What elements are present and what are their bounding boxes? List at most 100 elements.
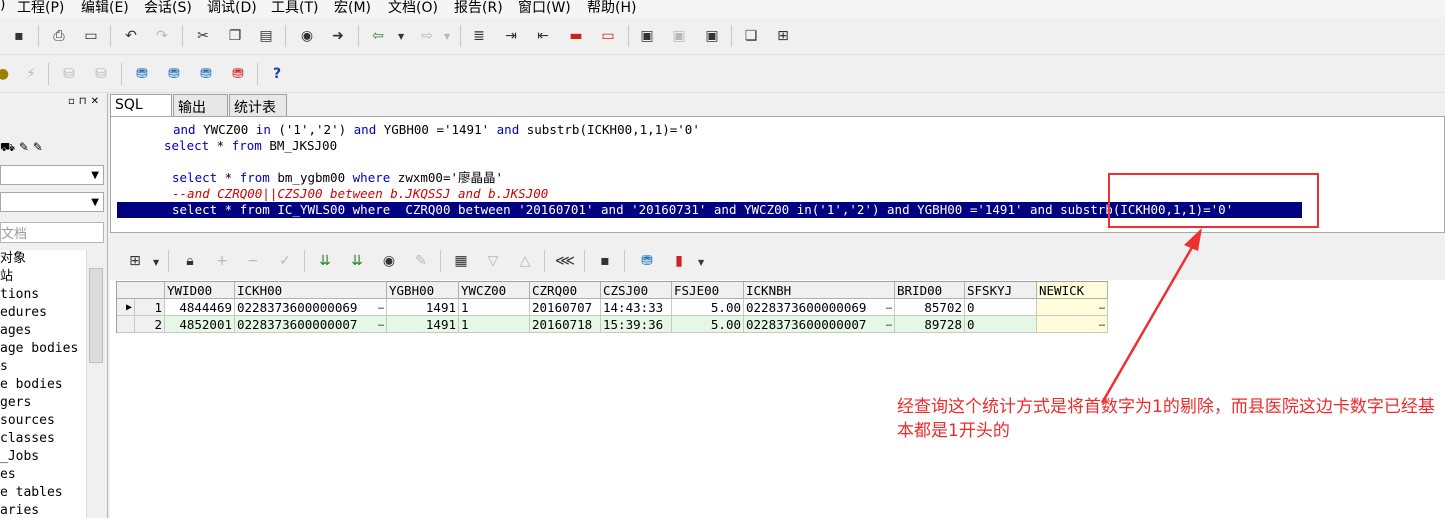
column-header-fsje00[interactable]: FSJE00	[672, 282, 744, 299]
macro-play-icon[interactable]: ▣	[668, 25, 690, 47]
row-number[interactable]: 1	[135, 299, 165, 316]
save-results-icon[interactable]: ▪	[594, 250, 616, 272]
next-page-icon[interactable]: ▽	[482, 250, 504, 272]
grid-cell-czsj00[interactable]: 15:39:36	[601, 316, 672, 333]
sql-line[interactable]: --and CZRQ00||CZSJ00 between b.JKQSSJ an…	[172, 186, 548, 202]
sql-line[interactable]: select * from BM_JKSJ00	[164, 138, 337, 154]
owner-combo[interactable]: ▼	[0, 192, 104, 212]
redo-icon[interactable]: ↷	[151, 25, 173, 47]
single-record-view-icon[interactable]: ▦	[450, 250, 472, 272]
macro-library-icon[interactable]: ▣	[701, 25, 723, 47]
grid-cell-ywid00[interactable]: 4852001	[165, 316, 235, 333]
grid-cell-ygbh00[interactable]: 1491	[387, 299, 459, 316]
menu-item-window[interactable]: 窗口(W)	[518, 0, 571, 17]
grid-cell-czrq00[interactable]: 20160707	[530, 299, 601, 316]
menu-item-help[interactable]: 帮助(H)	[587, 0, 636, 17]
tile-windows-icon[interactable]: ⊞	[772, 25, 794, 47]
grid-cell-sfskyj[interactable]: 0	[965, 316, 1037, 333]
tree-item[interactable]: ages	[0, 322, 86, 340]
tree-item[interactable]: classes	[0, 430, 86, 448]
menu-item-debug[interactable]: 调试(D)	[207, 0, 257, 17]
grid-cell-ygbh00[interactable]: 1491	[387, 316, 459, 333]
cut-icon[interactable]: ✂	[192, 25, 214, 47]
grid-cell-sfskyj[interactable]: 0	[965, 299, 1037, 316]
log-off-icon[interactable]: ⚡	[20, 63, 42, 85]
object-tree[interactable]: 对象 站 tions edures ages age bodies s e bo…	[0, 250, 86, 518]
paste-icon[interactable]: ▤	[255, 25, 277, 47]
chevron-down-icon[interactable]: ▼	[153, 258, 159, 267]
tree-item[interactable]: 站	[0, 268, 86, 286]
tree-item[interactable]: _Jobs	[0, 448, 86, 466]
browser-tool-icons[interactable]: ⛟ ✎ ✎	[0, 140, 43, 156]
copy-icon[interactable]: ❐	[224, 25, 246, 47]
fetch-last-icon[interactable]: ⇊	[346, 250, 368, 272]
menu-item-document[interactable]: 文档(O)	[388, 0, 438, 17]
cell-expand-button[interactable]: …	[378, 316, 384, 332]
comment-icon[interactable]: ▬	[565, 25, 587, 47]
delete-record-icon[interactable]: −	[242, 250, 264, 272]
panel-window-controls[interactable]: ▫⊓✕	[68, 96, 103, 107]
tree-item[interactable]: gers	[0, 394, 86, 412]
tree-item[interactable]: e bodies	[0, 376, 86, 394]
help-icon[interactable]: ?	[266, 63, 288, 85]
chevron-down-icon[interactable]: ▼	[398, 32, 404, 41]
unindent-icon[interactable]: ⇤	[532, 25, 554, 47]
grid-cell-icknbh[interactable]: 0228373600000069…	[744, 299, 895, 316]
tree-item[interactable]: age bodies	[0, 340, 86, 358]
commit-icon[interactable]: ⛁	[58, 63, 80, 85]
menu-item-report[interactable]: 报告(R)	[454, 0, 503, 17]
column-header-ywid00[interactable]: YWID00	[165, 282, 235, 299]
chevron-down-icon[interactable]: ▼	[444, 32, 450, 41]
export-results-icon[interactable]: ⛃	[636, 250, 658, 272]
sql-line[interactable]: and YWCZ00 in ('1','2') and YGBH00 ='149…	[173, 122, 700, 138]
menu-item-macro[interactable]: 宏(M)	[334, 0, 371, 17]
export-icon[interactable]: ⇨	[416, 25, 438, 47]
psql-icon[interactable]: ⛃	[163, 63, 185, 85]
tree-item[interactable]: edures	[0, 304, 86, 322]
query-by-example-icon[interactable]: ◉	[378, 250, 400, 272]
browser-search-input[interactable]: 文档	[0, 222, 104, 243]
grid-select-icon[interactable]: ⊞	[124, 250, 146, 272]
macro-record-icon[interactable]: ▣	[636, 25, 658, 47]
column-header-ickh00[interactable]: ICKH00	[235, 282, 387, 299]
grid-cell-ywcz00[interactable]: 1	[459, 316, 530, 333]
undo-icon[interactable]: ↶	[120, 25, 142, 47]
row-indicator[interactable]	[117, 316, 135, 333]
tab-sql[interactable]: SQL	[110, 94, 172, 117]
tab-statistics[interactable]: 统计表	[229, 94, 287, 116]
explain-plan-icon[interactable]: ⛃	[227, 63, 249, 85]
tree-item[interactable]: tions	[0, 286, 86, 304]
menu-item-edit[interactable]: 编辑(E)	[81, 0, 129, 17]
print-icon[interactable]: ⎙	[48, 25, 70, 47]
grid-cell-icknbh[interactable]: 0228373600000007…	[744, 316, 895, 333]
link-icon[interactable]: ⋘	[554, 250, 576, 272]
execute-icon[interactable]: ≣	[468, 25, 490, 47]
insert-record-icon[interactable]: +	[211, 250, 233, 272]
sql-window-icon[interactable]: ⛃	[131, 63, 153, 85]
load-icon[interactable]: ⇦	[367, 25, 389, 47]
grid-cell-ickh00[interactable]: 0228373600000007…	[235, 316, 387, 333]
chevron-down-icon[interactable]: ▼	[698, 258, 704, 267]
scrollbar-thumb[interactable]	[89, 268, 103, 363]
cascade-windows-icon[interactable]: ❏	[740, 25, 762, 47]
chart-icon[interactable]: ▮	[668, 250, 690, 272]
post-changes-icon[interactable]: ✓	[274, 250, 296, 272]
save-icon[interactable]: ▪	[8, 25, 30, 47]
uncomment-icon[interactable]: ▭	[597, 25, 619, 47]
clear-record-icon[interactable]: ✎	[410, 250, 432, 272]
menu-item-session[interactable]: 会话(S)	[144, 0, 192, 17]
row-number[interactable]: 2	[135, 316, 165, 333]
tree-item[interactable]: e tables	[0, 484, 86, 502]
tab-output[interactable]: 输出	[173, 94, 228, 116]
previous-page-icon[interactable]: △	[514, 250, 536, 272]
grid-cell-ywid00[interactable]: 4844469	[165, 299, 235, 316]
find-next-icon[interactable]: ➜	[327, 25, 349, 47]
rollback-icon[interactable]: ⛁	[90, 63, 112, 85]
result-grid[interactable]: YWID00 ICKH00 YGBH00 YWCZ00 CZRQ00 CZSJ00 FSJE…	[116, 281, 1108, 333]
cell-expand-button[interactable]: …	[886, 299, 892, 315]
menu-item-tools[interactable]: 工具(T)	[271, 0, 318, 17]
menu-item-partial[interactable]: )	[0, 0, 5, 13]
column-header-icknbh[interactable]: ICKNBH	[744, 282, 895, 299]
find-icon[interactable]: ◉	[296, 25, 318, 47]
tree-item[interactable]: s	[0, 358, 86, 376]
